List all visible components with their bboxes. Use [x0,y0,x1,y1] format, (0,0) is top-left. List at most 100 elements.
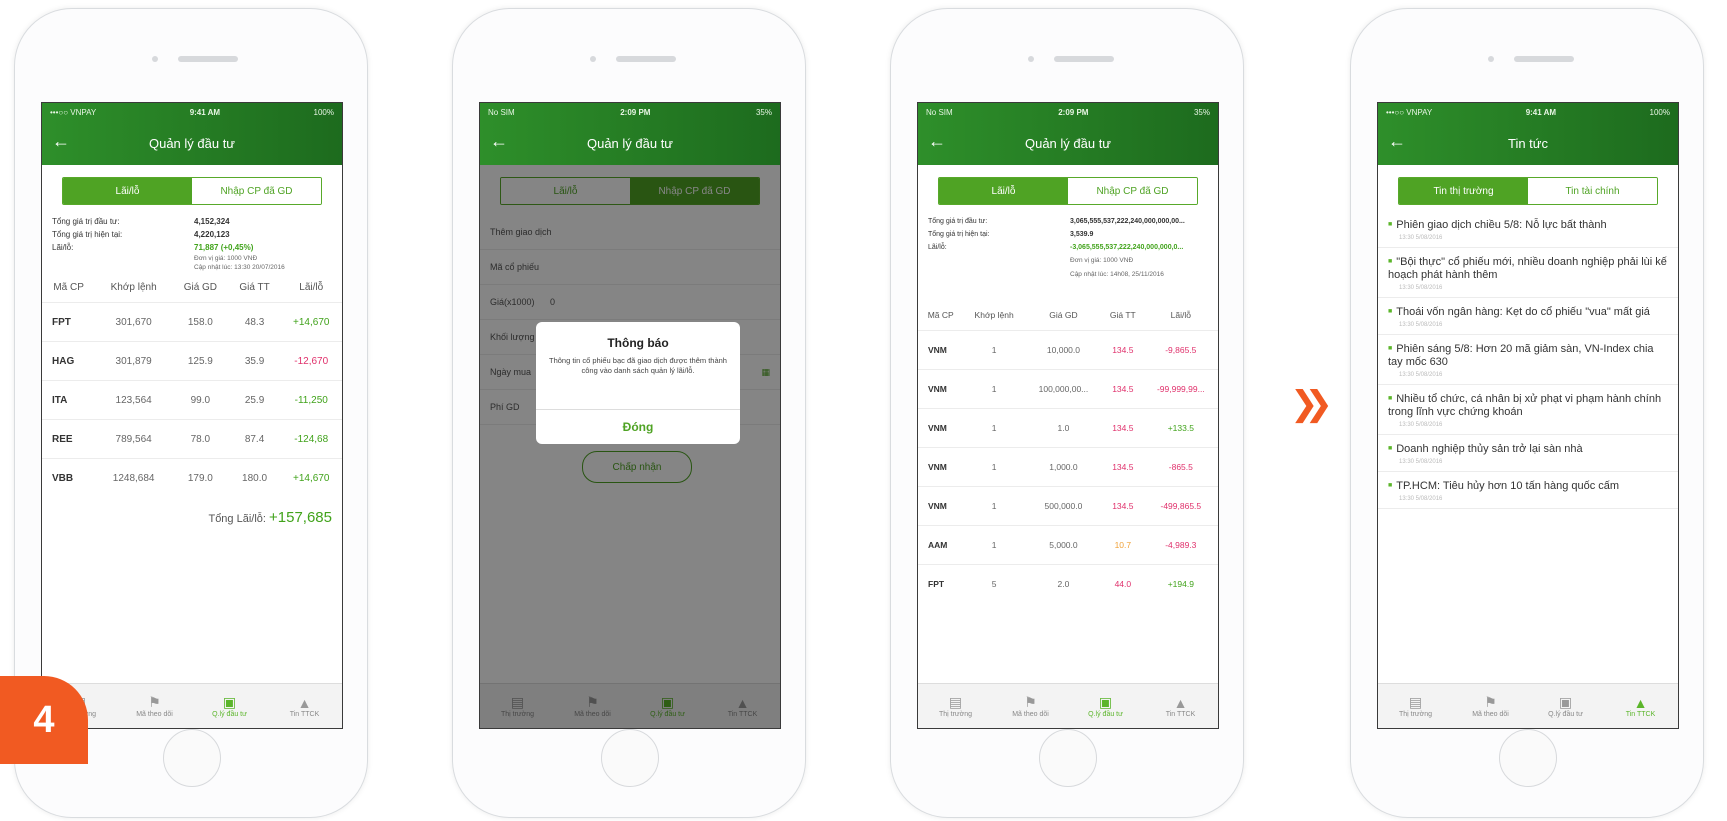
screen-pnl: •••○○ VNPAY 9:41 AM 100% ← Quản lý đầu t… [41,102,343,729]
table-row[interactable]: FPT 5 2.0 44.0 +194.9 [918,564,1218,603]
back-arrow-icon[interactable]: ← [52,131,70,152]
back-arrow-icon[interactable]: ← [1388,131,1406,152]
table-row[interactable]: VBB 1248,684 179.0 180.0 +14,670 [42,458,342,497]
list-item[interactable]: Doanh nghiệp thủy sản trở lại sàn nhà 13:… [1378,435,1678,472]
flag-icon: ⚑ [148,694,161,710]
home-button [601,729,659,787]
tabbar-market[interactable]: ▤Thị trường [1378,684,1453,728]
news-title: TP.HCM: Tiêu hủy hơn 10 tấn hàng quốc cấ… [1388,479,1668,493]
tabbar-news[interactable]: ▲ Tin TTCK [267,684,342,728]
summary-value: 4,152,324 [194,217,230,226]
battery-label: 100% [1649,107,1670,117]
tabbar-market[interactable]: ▤Thị trường [918,684,993,728]
briefcase-icon: ▣ [1098,694,1113,710]
tabbar-news[interactable]: ▲ Tin TTCK [1143,684,1218,728]
cell: 158.0 [172,302,229,342]
table-row[interactable]: VNM 1 10,000.0 134.5 -9,865.5 [918,330,1218,370]
list-item[interactable]: TP.HCM: Tiêu hủy hơn 10 tấn hàng quốc cấ… [1378,472,1678,509]
tabbar-watchlist[interactable]: ⚑ Mã theo dõi [993,684,1068,728]
cell-symbol: AAM [918,525,964,565]
speaker-slot [1514,56,1574,62]
col-header: Khớp lệnh [110,281,157,293]
tabbar-portfolio[interactable]: ▣ Q.lý đầu tư [1068,684,1143,728]
battery-label: 35% [755,107,772,117]
flag-icon: ⚑ [1484,694,1497,710]
cell: 134.5 [1102,486,1144,526]
phone-frame-4: •••○○ VNPAY 9:41 AM 100% ← Tin tức Tin t… [1350,8,1704,818]
table-row[interactable]: ITA 123,564 99.0 25.9 -11,250 [42,380,342,420]
tabbar-watchlist[interactable]: ⚑ Mã theo dõi [1453,684,1528,728]
cell: 123,564 [95,380,173,420]
cell: 1,000.0 [1024,447,1103,487]
list-item[interactable]: Nhiều tổ chức, cá nhân bị xử phạt vi phạ… [1378,385,1678,435]
table-row[interactable]: AAM 1 5,000.0 10.7 -4,989.3 [918,525,1218,565]
back-arrow-icon[interactable]: ← [490,131,508,152]
cell-pnl: -12,670 [280,341,342,381]
col-header: Giá GD [1049,310,1078,320]
page-title: Quản lý đầu tư [148,135,236,151]
summary-value: -3,065,555,537,222,240,000,000,0... [1070,244,1184,251]
page-title: Quản lý đầu tư [586,135,674,151]
portfolio-summary: Tổng giá trị đầu tư: 4,152,324 Tổng giá t… [42,215,342,272]
table-row[interactable]: VNM 1 100,000,00... 134.5 -99,999,99... [918,369,1218,409]
news-time: 13:30 5/08/2016 [1399,422,1443,428]
cell: 2.0 [1024,564,1103,603]
tab-pnl[interactable]: Lãi/lỗ [939,178,1068,204]
bottom-tabbar: ▤Thị trường ⚑Mã theo dõi ▣Q.lý đầu tư ▲T… [918,683,1218,728]
cell-symbol: VNM [918,486,964,526]
table-row[interactable]: FPT 301,670 158.0 48.3 +14,670 [42,302,342,342]
back-arrow-icon[interactable]: ← [928,131,946,152]
tabbar-portfolio[interactable]: ▣ Q.lý đầu tư [1528,684,1603,728]
clock-label: 2:09 PM [1058,107,1089,117]
list-item[interactable]: Phiên giao dịch chiều 5/8: Nỗ lực bất th… [1378,211,1678,248]
news-title: "Bội thực" cổ phiếu mới, nhiều doanh ngh… [1388,255,1668,282]
status-bar: •••○○ VNPAY 9:41 AM 100% [42,103,342,121]
col-header: Giá TT [239,281,270,293]
list-item[interactable]: Thoái vốn ngân hàng: Kẹt do cổ phiếu "vu… [1378,298,1678,335]
cell-symbol: REE [42,419,96,459]
table-row[interactable]: VNM 1 1,000.0 134.5 -865.5 [918,447,1218,487]
tabbar-label: Q.lý đầu tư [212,711,247,718]
tab-market-news[interactable]: Tin thị trường [1399,178,1528,204]
tabbar-label: Tin TTCK [289,710,320,718]
col-header: Giá TT [1109,310,1136,320]
news-icon: ▲ [1633,694,1648,711]
segmented-control: Lãi/lỗ Nhập CP đã GD [938,177,1198,205]
tab-input-traded[interactable]: Nhập CP đã GD [192,178,321,204]
tabbar-news[interactable]: ▲ Tin TTCK [1603,684,1678,728]
list-item[interactable]: "Bội thực" cổ phiếu mới, nhiều doanh ngh… [1378,248,1678,298]
cell: 5,000.0 [1024,525,1103,565]
close-button[interactable]: Đóng [536,409,740,444]
cell: 125.9 [172,341,229,381]
tabbar-watchlist[interactable]: ⚑ Mã theo dõi [117,684,192,728]
tabbar-label: Mã theo dõi [1472,711,1509,718]
news-title: Nhiều tổ chức, cá nhân bị xử phạt vi phạ… [1388,392,1668,419]
cell-pnl: +194.9 [1143,564,1218,603]
list-item[interactable]: Phiên sáng 5/8: Hơn 20 mã giảm sàn, VN-I… [1378,335,1678,385]
tabbar-portfolio[interactable]: ▣ Q.lý đầu tư [192,684,267,728]
cell: 134.5 [1102,408,1144,448]
tab-input-traded[interactable]: Nhập CP đã GD [1068,178,1197,204]
app-header: •••○○ VNPAY 9:41 AM 100% ← Tin tức [1378,103,1678,165]
cell: 179.0 [172,458,229,497]
col-header: Giá GD [183,281,218,293]
cell: 78.0 [172,419,229,459]
table-row[interactable]: HAG 301,879 125.9 35.9 -12,670 [42,341,342,381]
clock-label: 2:09 PM [620,107,651,117]
phone-frame-2: No SIM 2:09 PM 35% ← Quản lý đầu tư Lãi/… [452,8,806,818]
news-time: 13:30 5/08/2016 [1399,372,1443,378]
table-row[interactable]: REE 789,564 78.0 87.4 -124,68 [42,419,342,459]
tabbar-label: Q.lý đầu tư [1548,711,1583,718]
cell: 134.5 [1102,369,1144,409]
cell: 134.5 [1102,330,1144,370]
tabbar-label: Thị trường [938,711,972,718]
table-row[interactable]: VNM 1 500,000.0 134.5 -499,865.5 [918,486,1218,526]
table-row[interactable]: VNM 1 1.0 134.5 +133.5 [918,408,1218,448]
news-icon: ▲ [297,694,312,711]
cell: 25.9 [228,380,281,420]
tab-finance-news[interactable]: Tin tài chính [1528,178,1657,204]
cell-pnl: -9,865.5 [1143,330,1218,370]
summary-label: Lãi/lỗ: [52,243,74,252]
cell: 789,564 [95,419,173,459]
tab-pnl[interactable]: Lãi/lỗ [63,178,192,204]
